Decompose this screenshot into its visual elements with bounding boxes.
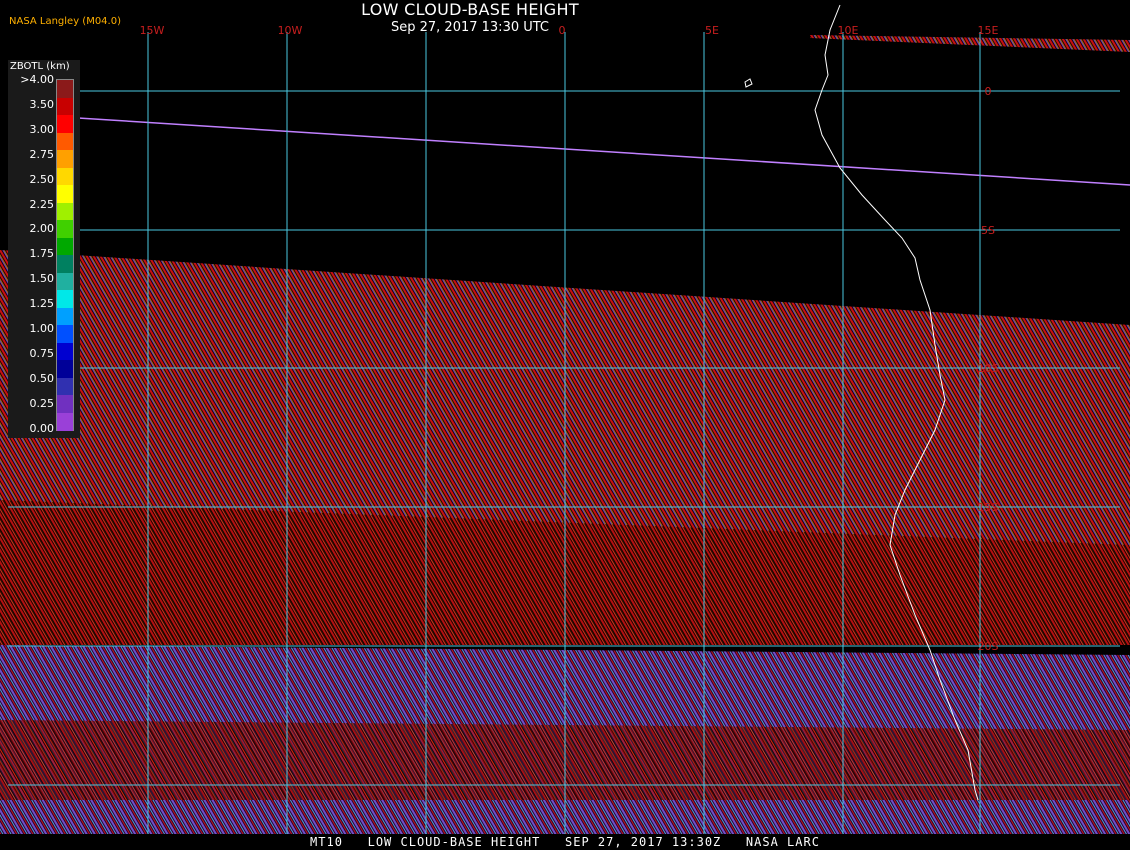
legend-label: 1.50 [29, 272, 55, 286]
provider-label: NASA Langley (M04.0) [9, 16, 121, 27]
legend-label: >4.00 [20, 73, 54, 86]
legend-swatch [57, 220, 73, 238]
legend-label: 0.25 [29, 396, 55, 410]
legend-swatch [57, 80, 73, 98]
legend-label: 3.50 [29, 97, 55, 111]
legend-swatch [57, 395, 73, 413]
legend-label: 2.50 [29, 172, 55, 186]
legend-label: 0.75 [29, 346, 55, 360]
legend-swatch [57, 202, 73, 221]
legend-label: 2.75 [29, 147, 55, 161]
legend-swatch [57, 290, 73, 308]
latitude-label: 0 [985, 85, 992, 98]
latitude-label: 15S [978, 501, 999, 514]
color-legend: ZBOTL (km) >4.00 3.50 3.00 2.75 2.50 2.25 2.00… [8, 60, 80, 438]
legend-swatch [57, 272, 73, 291]
legend-label: 2.25 [29, 197, 55, 211]
legend-label: 1.75 [29, 247, 55, 261]
legend-swatch [57, 167, 73, 186]
legend-swatch [57, 115, 73, 133]
legend-swatch [57, 255, 73, 273]
latitude-label: 5S [981, 224, 995, 237]
legend-swatch [57, 360, 73, 378]
legend-swatch [57, 377, 73, 396]
footer-text: MT10 LOW CLOUD-BASE HEIGHT SEP 27, 2017 … [310, 835, 820, 849]
footer-bar: MT10 LOW CLOUD-BASE HEIGHT SEP 27, 2017 … [0, 834, 1130, 850]
map-title: LOW CLOUD-BASE HEIGHT [361, 0, 579, 19]
legend-swatch [57, 342, 73, 361]
map-canvas: 15W 10W 0 5E 10E 15E05S10S15S20S [0, 4, 1130, 834]
latitude-label: 20S [978, 640, 999, 653]
legend-color-bar [56, 79, 74, 431]
legend-label: 0.00 [29, 421, 55, 435]
latitude-label: 10S [978, 362, 999, 375]
legend-label: 2.00 [29, 222, 55, 236]
legend-swatch [57, 412, 73, 431]
legend-swatch [57, 132, 73, 151]
legend-label: 0.50 [29, 371, 55, 385]
legend-swatch [57, 237, 73, 256]
legend-label: 1.00 [29, 322, 55, 335]
longitude-label: 15E [978, 24, 999, 37]
legend-label: 1.25 [29, 297, 55, 311]
legend-title: ZBOTL (km) [10, 61, 70, 72]
legend-swatch [57, 185, 73, 203]
legend-swatch [57, 307, 73, 326]
legend-swatch [57, 97, 73, 116]
legend-swatch [57, 150, 73, 168]
map-date: Sep 27, 2017 13:30 UTC [390, 20, 550, 35]
legend-swatch [57, 325, 73, 343]
legend-label: 3.00 [29, 122, 55, 136]
